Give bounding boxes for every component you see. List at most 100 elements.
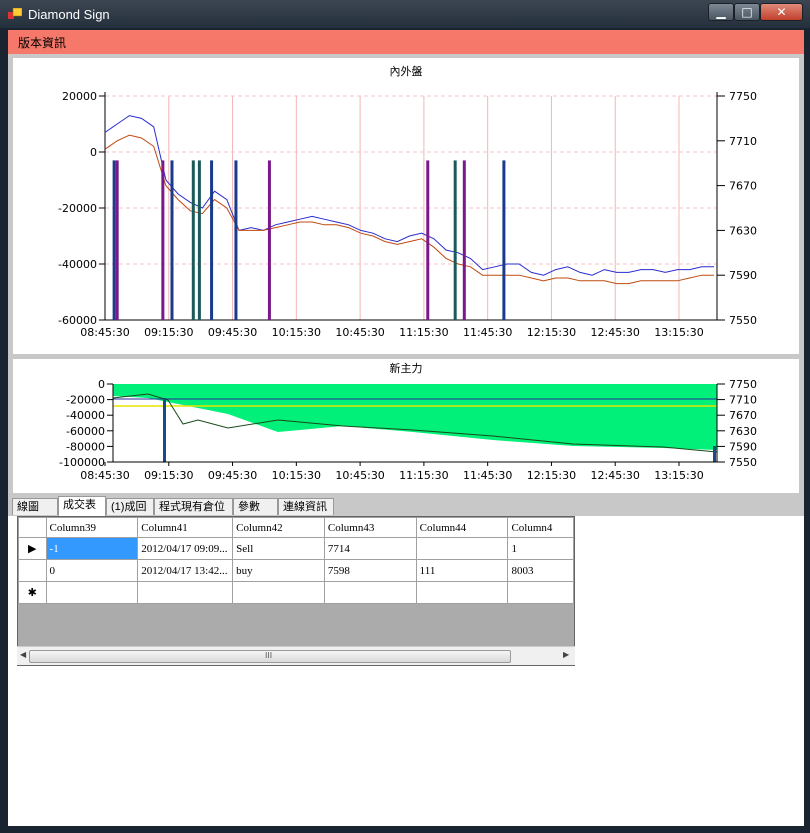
chart-panel: 內外盤 08:45:30 09:15:30 09:45:30 10:15:30 10:45… [8, 54, 804, 514]
table-cell[interactable]: -1 [45, 537, 139, 560]
x-tick-label: 09:45:30 [208, 469, 257, 482]
column-header[interactable]: Column42 [232, 517, 325, 538]
table-row[interactable]: 0 2012/04/17 13:42... buy 7598 111 8003 [18, 559, 574, 582]
column-header[interactable]: Column41 [137, 517, 234, 538]
signal-bar [191, 160, 195, 320]
column-header[interactable]: Column39 [45, 517, 139, 538]
table-cell[interactable]: 111 [415, 559, 509, 582]
signal-bar [713, 446, 716, 462]
x-tick-label: 11:15:30 [399, 326, 448, 339]
scroll-grip-icon: III [265, 651, 273, 660]
table-cell[interactable]: 8003 [507, 559, 574, 582]
column-header[interactable]: Column44 [415, 517, 509, 538]
table-row[interactable]: ▶ -1 2012/04/17 09:09... Sell 7714 1 [18, 537, 574, 560]
y-left-tick-label: 0 [90, 146, 97, 159]
column-header[interactable]: Column4 [507, 517, 574, 538]
x-tick-label: 10:45:30 [335, 326, 384, 339]
y-right-tick-label: 7550 [729, 456, 757, 469]
y-right-tick-label: 7710 [729, 135, 757, 148]
table-cell[interactable] [45, 581, 139, 604]
chart-title: 內外盤 [390, 65, 423, 78]
table-cell[interactable]: 1 [507, 537, 574, 560]
signal-bar [161, 160, 165, 320]
tab-3[interactable]: 程式現有倉位 [154, 498, 233, 515]
signal-bar [115, 160, 119, 320]
y-right-tick-label: 7750 [729, 90, 757, 103]
x-tick-label: 12:15:30 [527, 326, 576, 339]
table-cell[interactable] [507, 581, 574, 604]
y-right-tick-label: 7750 [729, 378, 757, 391]
table-cell[interactable]: 7714 [323, 537, 417, 560]
menu-item-version-info[interactable]: 版本資訊 [18, 34, 66, 51]
column-header[interactable]: Column43 [323, 517, 417, 538]
series-line [104, 134, 714, 285]
tab-5[interactable]: 連線資訊 [278, 498, 334, 515]
x-tick-label: 09:45:30 [208, 326, 257, 339]
tab-2[interactable]: (1)成回 [106, 498, 154, 515]
table-cell[interactable]: 2012/04/17 13:42... [137, 559, 234, 582]
signal-bar [163, 398, 166, 462]
empty-pane [575, 516, 804, 666]
y-right-tick-label: 7630 [729, 425, 757, 438]
signal-bar [426, 160, 430, 320]
x-tick-label: 10:45:30 [335, 469, 384, 482]
maximize-button[interactable]: □ [734, 3, 760, 21]
x-tick-label: 10:15:30 [272, 326, 321, 339]
y-left-tick-label: -40000 [66, 409, 105, 422]
scroll-left-icon[interactable]: ◀ [20, 650, 26, 659]
flow-area [113, 384, 717, 450]
signal-bar [502, 160, 506, 320]
minimize-button[interactable]: ▁ [708, 3, 734, 21]
table-cell[interactable]: 7598 [323, 559, 417, 582]
series-line [104, 115, 714, 276]
signal-bar [462, 160, 466, 320]
table-cell[interactable] [232, 581, 325, 604]
x-tick-label: 09:15:30 [144, 469, 193, 482]
scroll-thumb[interactable]: III [29, 650, 511, 663]
x-tick-label: 12:45:30 [591, 326, 640, 339]
table-cell[interactable] [137, 581, 234, 604]
signal-bar [267, 160, 271, 320]
x-tick-label: 08:45:30 [80, 326, 129, 339]
y-right-tick-label: 7590 [729, 440, 757, 453]
tab-0[interactable]: 線圖 [12, 498, 58, 515]
trade-table[interactable]: Column39 Column41 Column42 Column43 Colu… [17, 516, 575, 666]
close-button[interactable]: ✕ [760, 3, 803, 21]
signal-bar [112, 160, 116, 320]
tab-4[interactable]: 參數 [233, 498, 278, 515]
x-tick-label: 13:15:30 [654, 469, 703, 482]
table-cell[interactable] [323, 581, 417, 604]
signal-bar [453, 160, 457, 320]
table-cell[interactable] [415, 581, 509, 604]
x-tick-label: 13:15:30 [654, 326, 703, 339]
row-header[interactable]: ✱ [18, 581, 47, 604]
empty-area [8, 666, 804, 826]
x-tick-label: 08:45:30 [80, 469, 129, 482]
y-right-tick-label: 7670 [729, 409, 757, 422]
table-cell[interactable]: buy [232, 559, 325, 582]
x-tick-label: 10:15:30 [272, 469, 321, 482]
table-cell[interactable]: 2012/04/17 09:09... [137, 537, 234, 560]
row-header[interactable]: ▶ [18, 537, 47, 560]
inner-outer-chart: 內外盤 08:45:30 09:15:30 09:45:30 10:15:30 10:45… [13, 58, 799, 354]
y-left-tick-label: -60000 [66, 425, 105, 438]
x-tick-label: 09:15:30 [144, 326, 193, 339]
table-cell[interactable]: Sell [232, 537, 325, 560]
horizontal-scrollbar[interactable]: ◀ III ▶ [17, 646, 575, 665]
signal-bar [170, 160, 174, 320]
table-row[interactable]: ✱ [18, 581, 574, 604]
signal-bar [197, 160, 201, 320]
table-cell[interactable] [415, 537, 509, 560]
y-right-tick-label: 7590 [729, 269, 757, 282]
y-left-tick-label: -20000 [66, 394, 105, 407]
y-left-tick-label: -40000 [58, 258, 97, 271]
row-header[interactable] [18, 559, 47, 582]
main-force-chart: 新主力 08:45:30 09:15:30 09:45:30 10:15:30 10:45… [13, 359, 799, 493]
title-bar[interactable]: Diamond Sign ▁ □ ✕ [0, 0, 810, 28]
x-tick-label: 12:45:30 [591, 469, 640, 482]
tab-1[interactable]: 成交表 [58, 496, 106, 516]
table-cell[interactable]: 0 [45, 559, 139, 582]
app-icon [8, 8, 22, 19]
scroll-right-icon[interactable]: ▶ [563, 650, 569, 659]
y-right-tick-label: 7670 [729, 180, 757, 193]
